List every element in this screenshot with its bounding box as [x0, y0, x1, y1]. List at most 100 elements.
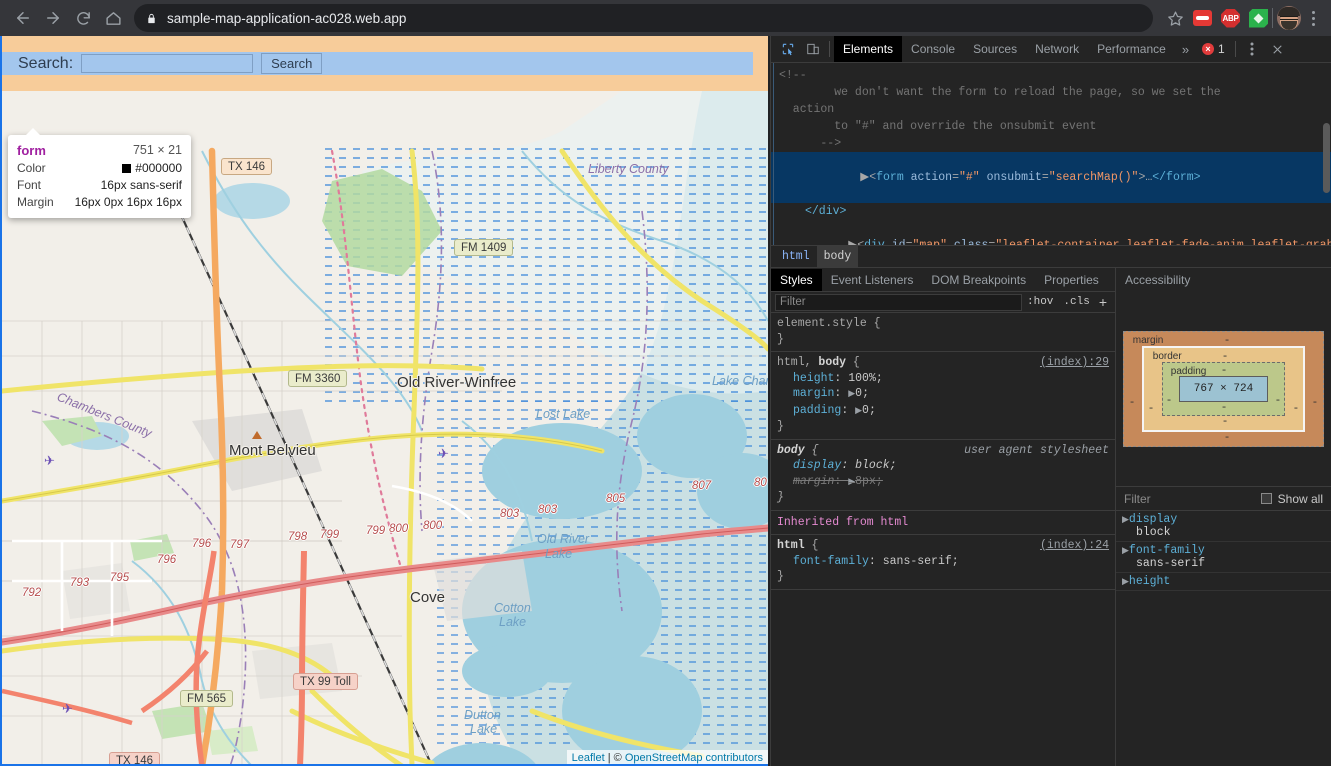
tooltip-header: form 751 × 21: [17, 141, 182, 159]
box-model-content-size[interactable]: 767 × 724: [1178, 375, 1269, 402]
computed-property[interactable]: ▶display block: [1116, 511, 1331, 542]
box-model-margin[interactable]: margin - - - - border - - - - padding - …: [1122, 330, 1325, 447]
map-label: Liberty County: [588, 162, 669, 176]
computed-property-value: sans-serif: [1136, 557, 1206, 570]
osm-link[interactable]: OpenStreetMap contributors: [625, 752, 763, 764]
border-bottom-value[interactable]: -: [1222, 416, 1229, 428]
tooltip-margin-value: 16px 0px 16px 16px: [74, 194, 182, 209]
css-property: height: [793, 371, 835, 385]
css-rule-html[interactable]: (index):24 html { font-family: sans-seri…: [771, 535, 1115, 590]
margin-right-value[interactable]: -: [1312, 397, 1319, 409]
search-input[interactable]: [81, 54, 254, 73]
styles-filter-input[interactable]: Filter: [775, 293, 1022, 311]
highway-number: 798: [288, 531, 308, 543]
tab-performance[interactable]: Performance: [1088, 36, 1175, 62]
breadcrumb-html[interactable]: html: [775, 246, 817, 267]
error-count-badge[interactable]: × 1: [1196, 42, 1231, 56]
dom-scrollbar[interactable]: [1323, 123, 1330, 193]
breadcrumb-body[interactable]: body: [816, 246, 859, 267]
expand-triangle-icon[interactable]: ▶: [1122, 515, 1129, 525]
expand-triangle-icon[interactable]: ▶: [860, 169, 869, 186]
forward-button[interactable]: [38, 3, 68, 33]
padding-left-value[interactable]: -: [1166, 395, 1173, 407]
route-shield: TX 146: [109, 752, 161, 764]
expand-triangle-icon[interactable]: ▶: [1122, 546, 1129, 556]
css-declaration[interactable]: height: 100%;: [777, 371, 1109, 387]
css-declaration[interactable]: display: block;: [777, 458, 1109, 474]
route-shield: TX 99 Toll: [293, 673, 358, 690]
address-bar[interactable]: sample-map-application-ac028.web.app: [134, 4, 1153, 32]
box-model-padding[interactable]: padding - - - - 767 × 724: [1161, 361, 1286, 416]
map-label: Cotton: [494, 601, 531, 615]
computed-properties-list[interactable]: ▶display block ▶font-family sans-serif ▶…: [1116, 511, 1331, 766]
tab-styles[interactable]: Styles: [771, 268, 822, 291]
tooltip-tag-name: form: [17, 142, 46, 158]
tab-properties[interactable]: Properties: [1035, 269, 1108, 291]
box-model-margin-label: margin: [1132, 334, 1164, 346]
toolbar-divider: [1234, 41, 1236, 57]
abp-adblock-extension-icon[interactable]: ABP: [1221, 8, 1240, 28]
bookmark-star-icon[interactable]: [1161, 4, 1189, 32]
padding-right-value[interactable]: -: [1275, 395, 1282, 407]
red-speech-bubble-extension-icon[interactable]: [1193, 9, 1212, 28]
tab-network[interactable]: Network: [1026, 36, 1088, 62]
dom-tree[interactable]: <!-- we don't want the form to reload th…: [771, 63, 1331, 245]
css-declaration[interactable]: padding: ▶0;: [777, 403, 1109, 420]
css-declaration[interactable]: margin: ▶0;: [777, 386, 1109, 403]
css-rule-user-agent-body[interactable]: user agent stylesheet body { display: bl…: [771, 440, 1115, 511]
css-declaration[interactable]: font-family: sans-serif;: [777, 554, 1109, 570]
expand-triangle-icon[interactable]: ▶: [1122, 577, 1129, 587]
search-button[interactable]: Search: [261, 53, 323, 74]
chrome-menu-icon[interactable]: [1303, 6, 1323, 30]
expand-triangle-icon[interactable]: ▶: [848, 237, 857, 245]
border-right-value[interactable]: -: [1293, 403, 1300, 415]
tab-event-listeners[interactable]: Event Listeners: [822, 269, 923, 291]
box-model-border[interactable]: border - - - - padding - - - - 767 × 724: [1141, 345, 1306, 432]
css-source-link[interactable]: (index):29: [1040, 355, 1109, 371]
dom-map-node[interactable]: ▶<div id="map" class="leaflet-container …: [771, 220, 1331, 245]
tab-elements[interactable]: Elements: [834, 36, 903, 62]
tab-console[interactable]: Console: [902, 36, 964, 62]
show-all-checkbox[interactable]: [1260, 493, 1272, 504]
inherited-source[interactable]: html: [881, 516, 909, 529]
new-style-rule-button[interactable]: +: [1095, 294, 1111, 310]
home-button[interactable]: [98, 3, 128, 33]
padding-top-value[interactable]: -: [1221, 365, 1228, 377]
tab-sources[interactable]: Sources: [964, 36, 1026, 62]
border-left-value[interactable]: -: [1148, 403, 1155, 415]
hov-toggle[interactable]: :hov: [1022, 296, 1058, 308]
highway-number: 796: [192, 538, 212, 550]
css-declaration[interactable]: margin: ▶8px;: [777, 474, 1109, 491]
padding-bottom-value[interactable]: -: [1221, 402, 1228, 414]
css-rule-element-style[interactable]: element.style { }: [771, 313, 1115, 352]
margin-bottom-value[interactable]: -: [1224, 432, 1231, 444]
reload-button[interactable]: [68, 3, 98, 33]
devtools-kebab-icon[interactable]: [1240, 37, 1265, 62]
margin-left-value[interactable]: -: [1129, 397, 1136, 409]
expand-triangle-icon[interactable]: ▶: [855, 406, 862, 416]
feedly-extension-icon[interactable]: [1249, 8, 1268, 28]
back-button[interactable]: [8, 3, 38, 33]
more-tabs-chevron-icon[interactable]: »: [1175, 42, 1196, 57]
leaflet-link[interactable]: Leaflet: [572, 752, 605, 764]
tab-dom-breakpoints[interactable]: DOM Breakpoints: [922, 269, 1035, 291]
inspect-element-icon[interactable]: [775, 37, 800, 62]
close-devtools-icon[interactable]: [1265, 37, 1290, 62]
map-label: Lake: [499, 615, 527, 629]
css-rule-html-body[interactable]: (index):29 html, body { height: 100%; ma…: [771, 352, 1115, 440]
computed-property[interactable]: ▶font-family sans-serif: [1116, 542, 1331, 573]
dom-attr-value: "map": [912, 239, 947, 245]
avatar[interactable]: [1277, 6, 1301, 30]
route-shield: FM 1409: [454, 239, 514, 256]
css-selector-match: body: [777, 443, 805, 457]
css-source-link[interactable]: (index):24: [1040, 538, 1109, 554]
cls-toggle[interactable]: .cls: [1058, 296, 1094, 308]
computed-filter-input[interactable]: Filter: [1124, 492, 1255, 506]
tooltip-font-value: 16px sans-serif: [100, 177, 182, 192]
dom-close-tag: </div>: [805, 205, 847, 218]
computed-property[interactable]: ▶height: [1116, 573, 1331, 591]
device-toolbar-icon[interactable]: [800, 37, 825, 62]
computed-property-name: height: [1128, 575, 1171, 588]
dom-selected-node[interactable]: ▶<form action="#" onsubmit="searchMap()"…: [771, 152, 1331, 203]
tab-accessibility[interactable]: Accessibility: [1116, 269, 1199, 291]
